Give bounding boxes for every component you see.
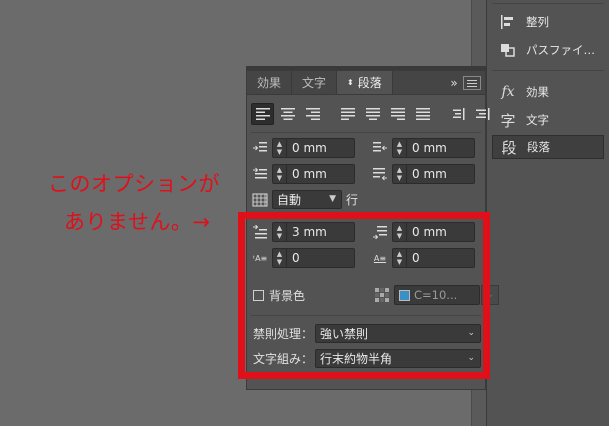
annotation-line2: ありません。→ [64,210,211,234]
first-line-indent-field: ▲ ▼ 0 mm [251,164,355,184]
dock-divider [492,70,604,71]
justify-left-button[interactable] [336,103,359,125]
first-line-indent-icon [251,165,269,183]
dock-item-label: 段落 [527,140,550,154]
dock-item-label: パスファイ… [526,43,595,57]
tab-paragraph[interactable]: ⬍ 段落 [337,71,393,94]
dock-item-label: 文字 [526,113,549,127]
panel-tabs: 効果 文字 ⬍ 段落 » [247,71,485,95]
character-icon: 字 [500,111,516,130]
fx-icon: fx [501,84,515,100]
dock-item-pathfinder[interactable]: パスファイ… [492,38,604,62]
paragraph-icon: 段 [501,138,517,157]
right-dock: 整列 パスファイ… fx 効果 字 文字 段 段落 [487,0,609,426]
last-line-indent-stepper[interactable]: ▲ ▼ [392,164,406,184]
dock-item-character[interactable]: 字 文字 [492,108,604,132]
tab-character[interactable]: 文字 [292,71,338,94]
first-line-indent-stepper[interactable]: ▲ ▼ [272,164,286,184]
dock-divider [492,3,604,4]
tabs-spacer [393,71,445,94]
last-line-indent-icon [371,165,389,183]
alignment-buttons [251,103,494,125]
right-indent-field: ▲ ▼ 0 mm [371,138,475,158]
dock-item-paragraph[interactable]: 段 段落 [492,135,604,159]
panel-menu-button[interactable] [463,76,481,90]
chevron-down-icon: ▼ [329,194,336,204]
leading-unit-label: 行 [346,193,359,207]
leading-value: 自動 [277,193,302,207]
align-center-button[interactable] [276,103,299,125]
right-indent-stepper[interactable]: ▲ ▼ [392,138,406,158]
annotation-line1: このオプションが [48,172,220,196]
leading-row: 自動 ▼ 行 [251,190,358,209]
divider [251,132,481,133]
updown-caret-icon: ⬍ [347,78,354,87]
align-toward-spine-button[interactable] [446,103,469,125]
last-line-indent-field: ▲ ▼ 0 mm [371,164,475,184]
left-indent-input[interactable]: 0 mm [286,138,355,158]
right-indent-input[interactable]: 0 mm [406,138,475,158]
align-away-spine-button[interactable] [471,103,494,125]
last-line-indent-input[interactable]: 0 mm [406,164,475,184]
align-left-button[interactable] [251,103,274,125]
justify-right-button[interactable] [386,103,409,125]
grid-icon [251,191,269,209]
left-indent-stepper[interactable]: ▲ ▼ [272,138,286,158]
dock-item-effects[interactable]: fx 効果 [492,80,604,104]
right-indent-icon [371,139,389,157]
dock-item-label: 整列 [526,15,549,29]
pathfinder-icon [498,41,518,59]
left-indent-icon [251,139,269,157]
first-line-indent-input[interactable]: 0 mm [286,164,355,184]
dock-item-align[interactable]: 整列 [492,10,604,34]
align-right-button[interactable] [301,103,324,125]
tab-effects[interactable]: 効果 [247,71,293,94]
dock-item-label: 効果 [526,85,549,99]
tab-paragraph-label: 段落 [357,76,382,90]
align-icon [498,13,518,31]
left-indent-field: ▲ ▼ 0 mm [251,138,355,158]
leading-select[interactable]: 自動 ▼ [272,190,342,209]
justify-all-button[interactable] [411,103,434,125]
collapse-button[interactable]: » [445,71,463,94]
justify-center-button[interactable] [361,103,384,125]
highlight-box [238,212,490,379]
